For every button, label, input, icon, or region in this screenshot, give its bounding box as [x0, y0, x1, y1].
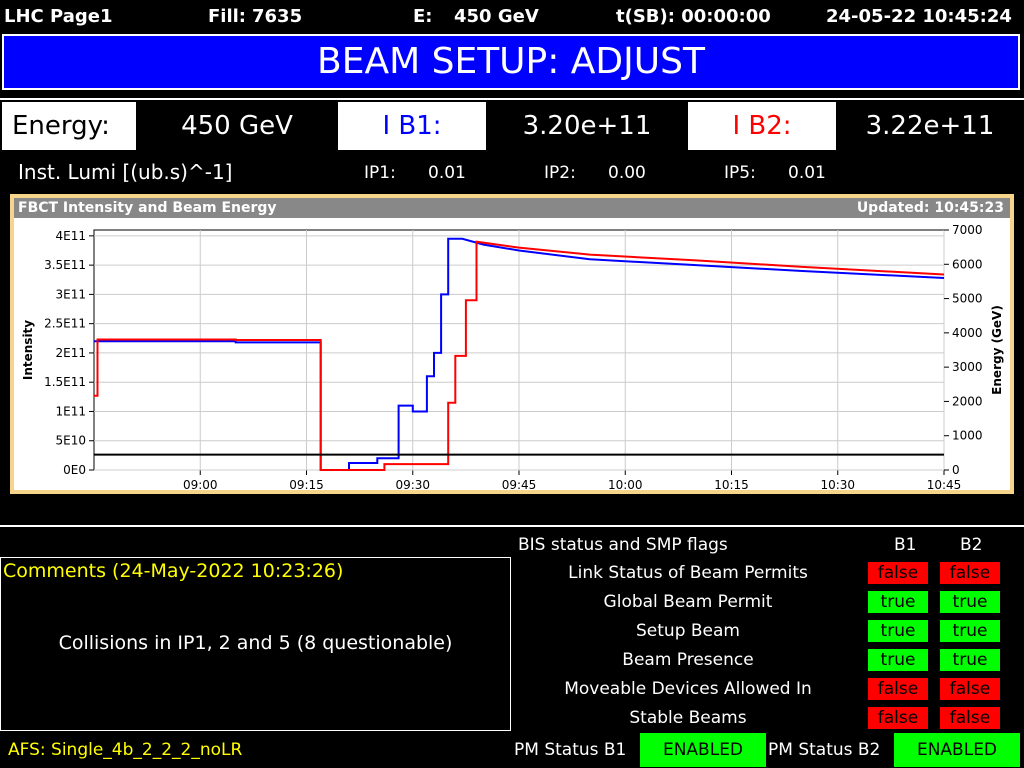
bis-title: BIS status and SMP flags: [518, 535, 728, 555]
bis-flag-b2: false: [940, 678, 1000, 700]
beam-values-row: Energy: 450 GeV I B1: 3.20e+11 I B2: 3.2…: [0, 98, 1024, 150]
y2-tick-label: 2000: [952, 394, 983, 408]
y-tick-label: 0E0: [63, 463, 86, 477]
x-tick-label: 09:00: [183, 478, 218, 490]
bis-flag-b2: true: [940, 591, 1000, 613]
y2-tick-label: 7000: [952, 223, 983, 237]
ip5-value: 0.01: [788, 163, 826, 183]
y-axis-label: Intensity: [21, 320, 35, 380]
pm-b1-label: PM Status B1: [514, 740, 627, 760]
chart-title-bar: FBCT Intensity and Beam Energy Updated: …: [14, 198, 1010, 218]
intensity-chart: FBCT Intensity and Beam Energy Updated: …: [14, 198, 1010, 490]
luminosity-row: Inst. Lumi [(ub.s)^-1] IP1: 0.01 IP2: 0.…: [0, 152, 1024, 192]
bis-flag-label: Stable Beams: [629, 708, 747, 728]
top-status-bar: LHC Page1 Fill: 7635 E: 450 GeV t(SB): 0…: [0, 0, 1024, 32]
y-tick-label: 1E11: [56, 404, 87, 418]
y2-tick-label: 6000: [952, 257, 983, 271]
beam-mode-banner: BEAM SETUP: ADJUST: [2, 34, 1020, 90]
lumi-label: Inst. Lumi [(ub.s)^-1]: [18, 160, 233, 184]
chart-plot: 09:00 09:15 09:30 09:45 10:00 10:15 10:30 10:45…: [21, 223, 1004, 490]
fill-label: Fill:: [208, 6, 247, 27]
x-tick-label: 09:15: [289, 478, 324, 490]
ip2-label: IP2:: [544, 163, 576, 183]
datetime: 24-05-22 10:45:24: [826, 6, 1012, 27]
ib1-label: I B1:: [338, 102, 486, 150]
chart-title: FBCT Intensity and Beam Energy: [18, 200, 277, 216]
energy-value: 450 GeV: [138, 102, 336, 150]
bis-flag-b2: false: [940, 562, 1000, 584]
x-tick-label: 10:00: [608, 478, 643, 490]
x-tick-label: 10:30: [820, 478, 855, 490]
y2-axis-label: Energy (GeV): [990, 305, 1004, 395]
y-tick-label: 2E11: [56, 346, 87, 360]
bis-flag-label: Link Status of Beam Permits: [568, 563, 808, 583]
bis-b2-header: B2: [960, 535, 983, 555]
bis-flag-b1: false: [868, 562, 928, 584]
y2-tick-label: 4000: [952, 326, 983, 340]
beam-mode-title: BEAM SETUP: ADJUST: [317, 41, 705, 82]
x-tick-label: 09:45: [502, 478, 537, 490]
x-tick-label: 10:15: [714, 478, 749, 490]
afs-status: AFS: Single_4b_2_2_2_noLR: [8, 740, 243, 760]
bis-flag-b2: true: [940, 620, 1000, 642]
y-tick-label: 3E11: [56, 287, 87, 301]
ip2-value: 0.00: [608, 163, 646, 183]
bis-flag-label: Beam Presence: [622, 650, 754, 670]
energy-label: Energy:: [2, 102, 136, 150]
y2-tick-label: 3000: [952, 360, 983, 374]
chart-updated: Updated: 10:45:23: [856, 200, 1004, 216]
ib2-value: 3.22e+11: [838, 102, 1022, 150]
bis-flag-b1: true: [868, 649, 928, 671]
y2-tick-label: 5000: [952, 292, 983, 306]
bis-b1-header: B1: [894, 535, 917, 555]
pm-b1-status: ENABLED: [640, 733, 766, 767]
bis-flag-label: Moveable Devices Allowed In: [564, 679, 812, 699]
y2-tick-label: 0: [952, 463, 960, 477]
bis-flag-b1: true: [868, 620, 928, 642]
bis-flag-label: Setup Beam: [636, 621, 740, 641]
ib2-label: I B2:: [688, 102, 836, 150]
y-tick-label: 5E10: [56, 434, 87, 448]
bis-flag-b2: true: [940, 649, 1000, 671]
page-title: LHC Page1: [4, 6, 113, 27]
ip5-label: IP5:: [724, 163, 756, 183]
y-tick-label: 2.5E11: [44, 317, 86, 331]
y-tick-label: 4E11: [56, 229, 87, 243]
x-tick-label: 09:30: [395, 478, 430, 490]
x-tick-label: 10:45: [927, 478, 962, 490]
ip1-label: IP1:: [364, 163, 396, 183]
y-tick-label: 1.5E11: [44, 375, 86, 389]
time-stable-beams: t(SB): 00:00:00: [616, 6, 771, 27]
comments-text: Collisions in IP1, 2 and 5 (8 questionab…: [58, 632, 453, 654]
comments-box: Comments (24-May-2022 10:23:26) Collisio…: [0, 557, 511, 731]
bis-flag-b2: false: [940, 707, 1000, 729]
fill-value: 7635: [252, 6, 303, 27]
bis-flag-b1: false: [868, 678, 928, 700]
pm-b2-label: PM Status B2: [768, 740, 881, 760]
bis-flag-label: Global Beam Permit: [603, 592, 773, 612]
y2-tick-label: 1000: [952, 429, 983, 443]
section-divider: [0, 525, 1024, 527]
pm-b2-status: ENABLED: [894, 733, 1020, 767]
energy-header-label: E:: [413, 6, 433, 27]
y-tick-label: 3.5E11: [44, 258, 86, 272]
ip1-value: 0.01: [428, 163, 466, 183]
intensity-chart-frame: FBCT Intensity and Beam Energy Updated: …: [10, 194, 1014, 494]
ib1-value: 3.20e+11: [488, 102, 686, 150]
bis-flag-b1: true: [868, 591, 928, 613]
energy-header-value: 450 GeV: [454, 6, 539, 27]
comments-title: Comments (24-May-2022 10:23:26): [3, 560, 344, 582]
bis-flag-b1: false: [868, 707, 928, 729]
